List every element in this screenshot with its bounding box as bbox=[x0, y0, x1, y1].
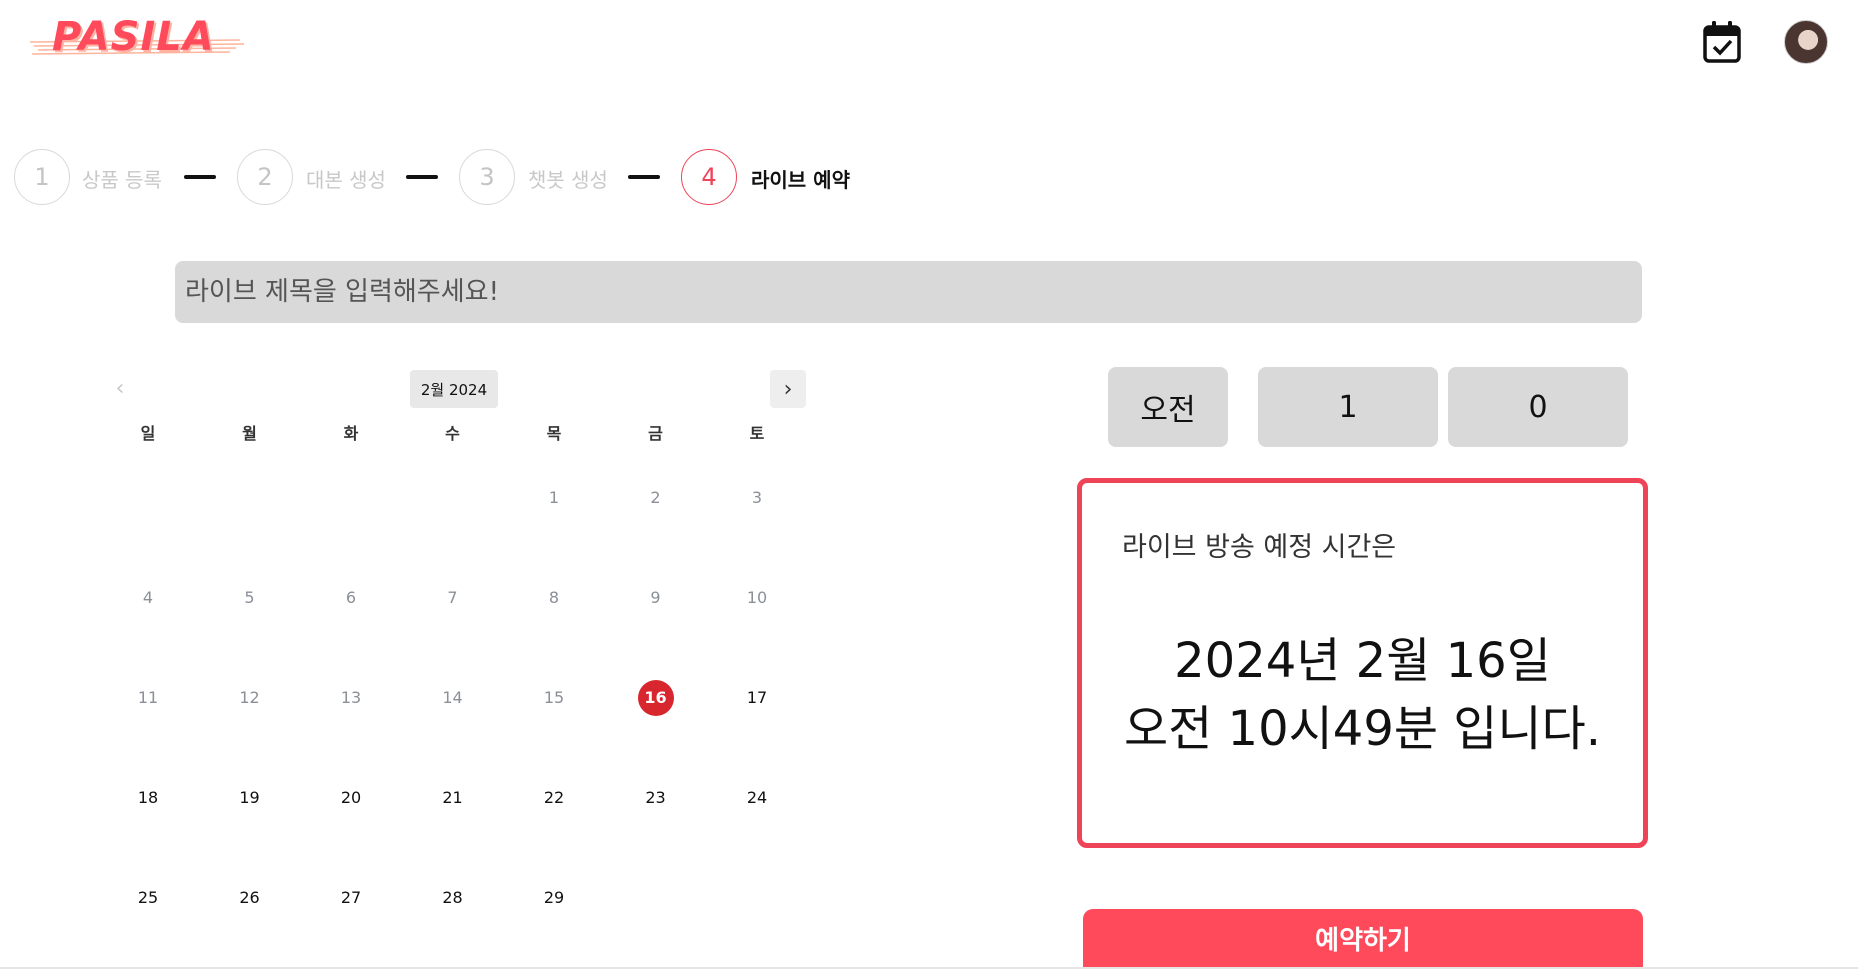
calendar-day-number: 8 bbox=[548, 588, 560, 607]
page: PASILA 1 상품 등록 2 대본 생성 3 챗봇 생성 4 라이브 예약 … bbox=[0, 0, 1858, 969]
logo-text: PASILA bbox=[52, 14, 215, 60]
calendar-day[interactable]: 11 bbox=[118, 680, 178, 716]
calendar-day-number: 7 bbox=[447, 588, 458, 607]
step-4-number[interactable]: 4 bbox=[681, 149, 737, 205]
calendar-day[interactable]: 10 bbox=[727, 580, 787, 616]
logo[interactable]: PASILA bbox=[30, 12, 245, 60]
calendar-day[interactable]: 12 bbox=[220, 680, 280, 716]
calendar-day-number: 9 bbox=[650, 588, 661, 607]
calendar-day-number: 20 bbox=[340, 788, 362, 807]
calendar-day-number: 16 bbox=[637, 680, 674, 716]
calendar-day-number: 15 bbox=[543, 688, 565, 707]
calendar-day[interactable]: 23 bbox=[626, 780, 686, 816]
calendar-day[interactable]: 7 bbox=[423, 580, 483, 616]
weekday-label: 월 bbox=[242, 424, 257, 443]
calendar-day[interactable]: 22 bbox=[524, 780, 584, 816]
chevron-left-icon[interactable]: ‹ bbox=[108, 376, 132, 401]
calendar-day-number: 19 bbox=[239, 788, 260, 807]
calendar-day-number: 21 bbox=[442, 788, 463, 807]
calendar-day-number: 10 bbox=[746, 588, 768, 607]
step-3-label: 챗봇 생성 bbox=[528, 168, 608, 192]
calendar-day[interactable]: 5 bbox=[220, 580, 280, 616]
calendar-day-number: 6 bbox=[345, 588, 357, 607]
calendar-day[interactable]: 20 bbox=[321, 780, 381, 816]
live-title-input[interactable] bbox=[175, 261, 1642, 323]
calendar-day-number: 14 bbox=[442, 688, 463, 707]
calendar-day[interactable]: 24 bbox=[727, 780, 787, 816]
calendar-day-number: 29 bbox=[543, 888, 565, 907]
step-1-label: 상품 등록 bbox=[82, 168, 162, 192]
weekday-label: 일 bbox=[140, 424, 156, 443]
calendar-month-label[interactable]: 2월 2024 bbox=[410, 370, 498, 408]
step-connector bbox=[184, 175, 216, 179]
step-connector bbox=[406, 175, 438, 179]
step-4-label: 라이브 예약 bbox=[751, 168, 850, 192]
chevron-right-icon[interactable]: › bbox=[770, 370, 806, 408]
step-1-number[interactable]: 1 bbox=[14, 149, 70, 205]
schedule-date: 2024년 2월 16일 bbox=[1174, 633, 1551, 689]
calendar-day-number: 18 bbox=[137, 788, 159, 807]
calendar-day[interactable]: 15 bbox=[524, 680, 584, 716]
step-connector bbox=[628, 175, 660, 179]
calendar-day-number: 12 bbox=[239, 688, 260, 707]
hour-select[interactable]: 1 bbox=[1258, 367, 1438, 447]
user-avatar[interactable] bbox=[1784, 20, 1828, 64]
calendar-day-number: 25 bbox=[137, 888, 159, 907]
calendar-day-number: 22 bbox=[543, 788, 565, 807]
calendar-day-number: 1 bbox=[548, 488, 560, 507]
calendar-day[interactable]: 13 bbox=[321, 680, 381, 716]
weekday-label: 금 bbox=[648, 424, 663, 443]
ampm-select[interactable]: 오전 bbox=[1108, 367, 1228, 447]
calendar-day[interactable]: 4 bbox=[118, 580, 178, 616]
calendar-check-icon[interactable] bbox=[1702, 20, 1742, 64]
calendar-day-number: 28 bbox=[442, 888, 463, 907]
schedule-time: 오전 10시49분 입니다. bbox=[1123, 701, 1602, 757]
calendar-day-selected[interactable]: 16 bbox=[626, 680, 686, 716]
calendar-day-number: 11 bbox=[137, 688, 159, 707]
calendar-day-number: 4 bbox=[142, 588, 154, 607]
weekday-label: 수 bbox=[445, 424, 460, 443]
calendar-day[interactable]: 14 bbox=[423, 680, 483, 716]
schedule-summary-label: 라이브 방송 예정 시간은 bbox=[1122, 532, 1397, 563]
step-2-label: 대본 생성 bbox=[306, 168, 386, 192]
calendar-day[interactable]: 21 bbox=[423, 780, 483, 816]
calendar-day[interactable]: 27 bbox=[321, 880, 381, 916]
weekday-label: 토 bbox=[749, 424, 765, 443]
calendar-day[interactable]: 19 bbox=[220, 780, 280, 816]
calendar-day[interactable]: 8 bbox=[524, 580, 584, 616]
calendar-day[interactable]: 18 bbox=[118, 780, 178, 816]
calendar-day[interactable]: 28 bbox=[423, 880, 483, 916]
calendar-day[interactable]: 1 bbox=[524, 480, 584, 516]
calendar-day[interactable]: 2 bbox=[626, 480, 686, 516]
calendar-day-number: 13 bbox=[340, 688, 362, 707]
calendar-day-number: 3 bbox=[751, 488, 763, 507]
calendar-day-number: 2 bbox=[650, 488, 661, 507]
calendar-day[interactable]: 26 bbox=[220, 880, 280, 916]
weekday-label: 목 bbox=[546, 424, 562, 443]
calendar-day-number: 17 bbox=[746, 688, 768, 707]
calendar-day-number: 26 bbox=[239, 888, 260, 907]
step-3-number[interactable]: 3 bbox=[459, 149, 515, 205]
calendar-day[interactable]: 25 bbox=[118, 880, 178, 916]
weekday-label: 화 bbox=[343, 424, 359, 443]
calendar-day[interactable]: 17 bbox=[727, 680, 787, 716]
calendar-day[interactable]: 3 bbox=[727, 480, 787, 516]
calendar-day-number: 23 bbox=[645, 788, 666, 807]
calendar-day-number: 27 bbox=[340, 888, 362, 907]
calendar: ‹ 2월 2024 › 일 월 화 수 목 금 토 1 2 3 4 5 6 7 8 9 10 11 12 13 14 15… bbox=[98, 368, 818, 968]
step-2-number[interactable]: 2 bbox=[237, 149, 293, 205]
calendar-day-number: 24 bbox=[746, 788, 768, 807]
calendar-day-number: 5 bbox=[244, 588, 255, 607]
reserve-button[interactable]: 예약하기 bbox=[1083, 909, 1643, 969]
calendar-day[interactable]: 6 bbox=[321, 580, 381, 616]
minute-select[interactable]: 0 bbox=[1448, 367, 1628, 447]
calendar-day[interactable]: 9 bbox=[626, 580, 686, 616]
calendar-day[interactable]: 29 bbox=[524, 880, 584, 916]
schedule-summary-card: 라이브 방송 예정 시간은 2024년 2월 16일 오전 10시49분 입니다… bbox=[1077, 478, 1648, 848]
